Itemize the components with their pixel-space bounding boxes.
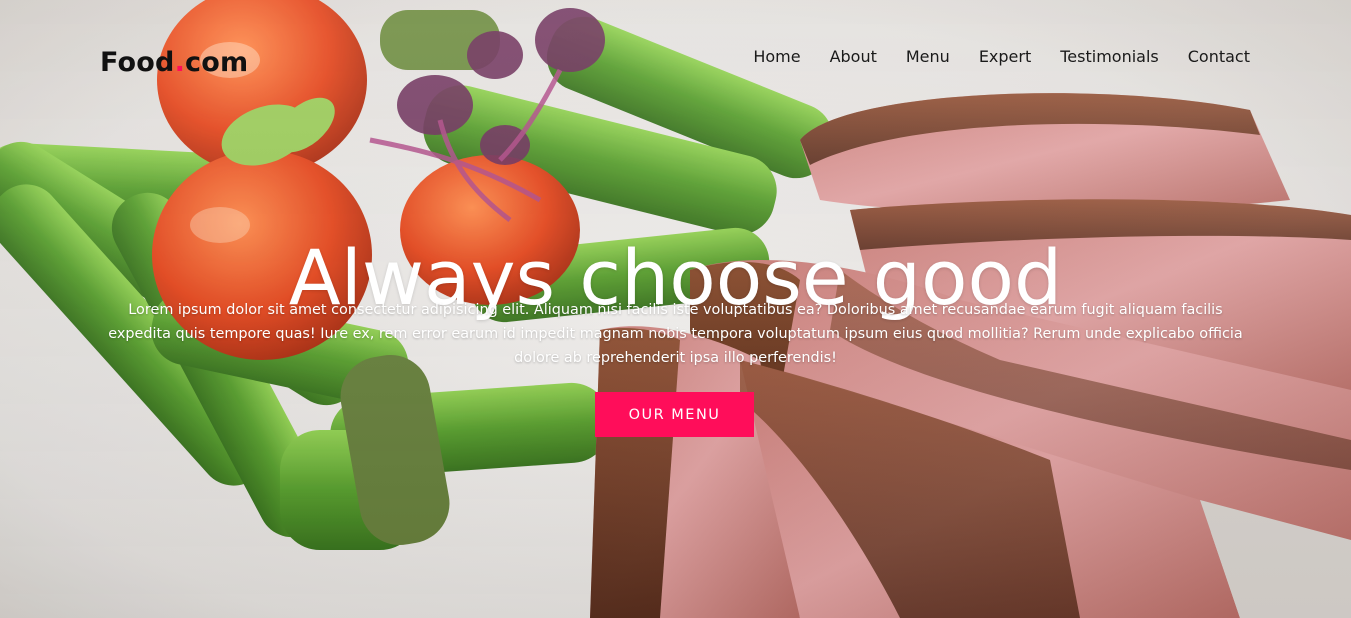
logo-text-tld: com	[185, 47, 249, 78]
our-menu-button[interactable]: Our Menu	[595, 392, 754, 437]
hero-section: Food.com Home About Menu Expert Testimon…	[0, 0, 1351, 618]
site-header: Food.com Home About Menu Expert Testimon…	[0, 0, 1351, 110]
nav-link-expert[interactable]: Expert	[979, 47, 1031, 66]
nav-link-menu[interactable]: Menu	[906, 47, 950, 66]
logo-text-main: Food	[100, 47, 175, 78]
site-logo[interactable]: Food.com	[100, 47, 248, 78]
nav-link-about[interactable]: About	[830, 47, 877, 66]
nav-link-home[interactable]: Home	[753, 47, 800, 66]
nav-link-contact[interactable]: Contact	[1188, 47, 1250, 66]
nav-link-testimonials[interactable]: Testimonials	[1060, 47, 1159, 66]
main-nav: Home About Menu Expert Testimonials Cont…	[753, 47, 1250, 66]
logo-dot: .	[174, 47, 186, 78]
hero-description: Lorem ipsum dolor sit amet consectetur a…	[108, 302, 1243, 367]
